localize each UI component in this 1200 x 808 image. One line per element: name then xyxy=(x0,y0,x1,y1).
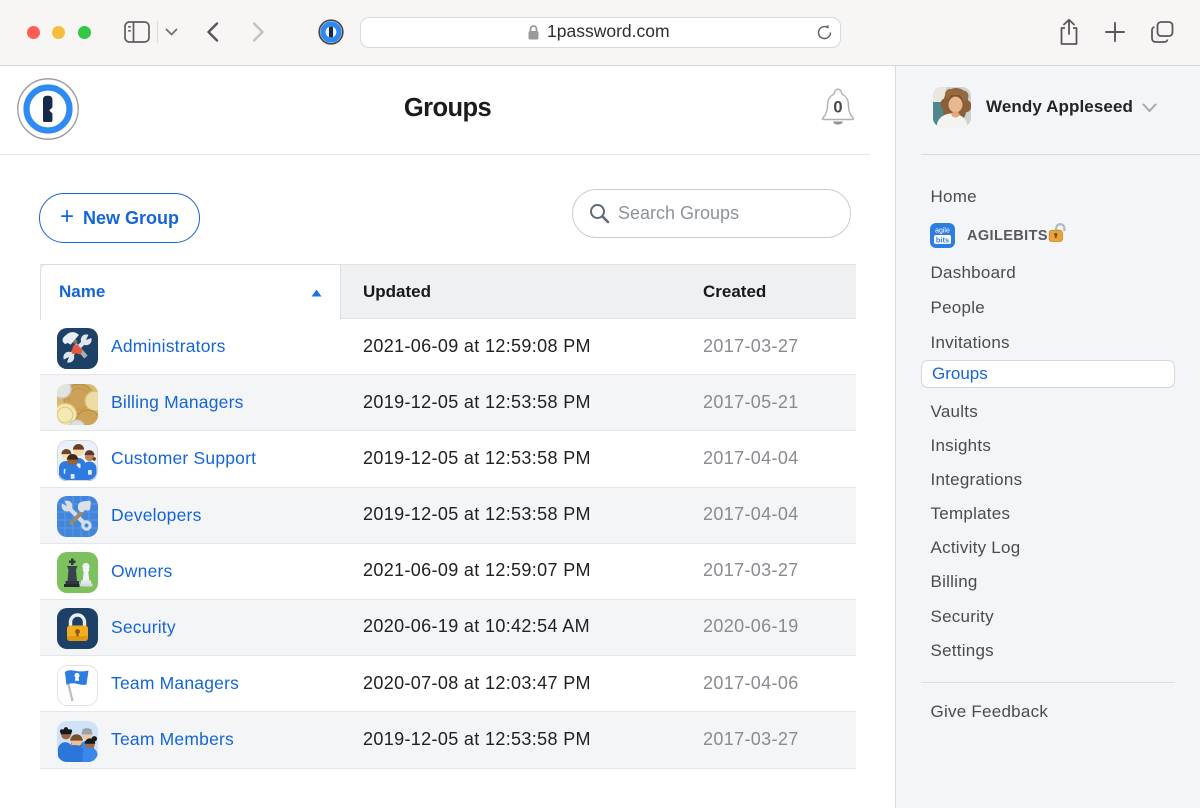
svg-text:bits: bits xyxy=(936,236,949,245)
svg-text:0: 0 xyxy=(833,99,842,117)
svg-text:agile: agile xyxy=(935,228,950,235)
